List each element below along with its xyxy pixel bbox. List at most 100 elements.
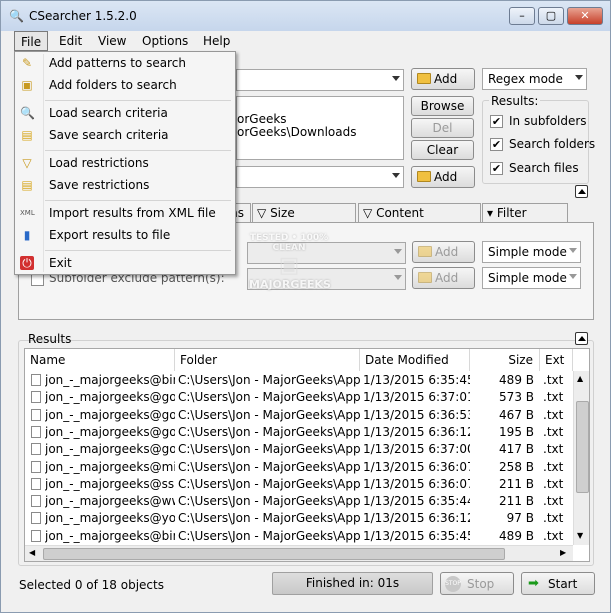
delete-button[interactable]: Del [411,118,474,138]
cell-date: 1/13/2015 6:36:53 ... [363,407,470,422]
scroll-left-icon[interactable]: ◀ [29,548,35,557]
tab-size-restrictions[interactable]: ▽ Size restrictions [252,203,356,238]
add-pattern-button[interactable]: Add [411,68,475,90]
table-row[interactable]: jon_-_majorgeeks@ww...C:\Users\Jon - Maj… [25,493,573,510]
scroll-up-icon[interactable]: ▲ [577,374,583,383]
folder-combo[interactable] [236,166,404,188]
table-row[interactable]: jon_-_majorgeeks@bing[...C:\Users\Jon - … [25,528,573,545]
column-header-folder[interactable]: Folder [175,349,360,371]
file-menu-dropdown: ✎ Add patterns to search ▣ Add folders t… [14,51,236,275]
status-bar: Selected 0 of 18 objects Finished in: 01… [1,567,610,612]
stop-icon: STOP [445,576,461,592]
xml-file-icon: XML [20,209,35,217]
add-restriction-button[interactable]: Add [412,241,475,263]
start-button[interactable]: ➡ Start [521,572,595,595]
pattern-combo[interactable] [236,69,404,91]
collapse-results-button[interactable] [575,332,588,345]
menu-item-import-xml[interactable]: XML Import results from XML file [15,202,235,224]
text-file-icon [31,477,41,490]
maximize-button[interactable]: ▢ [538,7,564,25]
minimize-button[interactable]: – [509,7,535,25]
cell-size: 467 B [499,407,534,422]
load-search-icon: 🔍 [20,106,35,120]
search-folders-checkbox[interactable]: ✔ [490,138,503,151]
menu-item-exit[interactable]: ⏻ Exit [15,252,235,274]
menu-separator [45,250,231,251]
cell-date: 1/13/2015 6:37:00 ... [363,442,470,457]
stop-button[interactable]: STOP Stop [440,572,514,595]
exclude-mode-select[interactable]: Simple mode [482,267,581,289]
collapse-criteria-button[interactable] [575,185,588,198]
menu-separator [45,150,231,151]
menu-file[interactable]: File [14,31,49,51]
tab-content-restrictions[interactable]: ▽ Content restrictions [358,203,481,238]
cell-date: 1/13/2015 6:35:45 ... [363,373,470,387]
cell-folder: C:\Users\Jon - MajorGeeks\AppDa... [178,390,360,405]
table-row[interactable]: jon_-_majorgeeks@goo...C:\Users\Jon - Ma… [25,389,573,406]
cell-date: 1/13/2015 6:36:12 ... [363,511,470,526]
add-folder-button[interactable]: Add [411,166,475,188]
chevron-down-icon [394,275,402,280]
menu-help[interactable]: Help [197,31,236,51]
cell-name: jon_-_majorgeeks@goo... [45,442,175,457]
search-mode-select[interactable]: Regex mode [482,68,587,90]
text-file-icon [31,425,41,438]
browse-button[interactable]: Browse [411,96,474,116]
table-row[interactable]: jon_-_majorgeeks@micr...C:\Users\Jon - M… [25,459,573,476]
table-row[interactable]: jon_-_majorgeeks@goo...C:\Users\Jon - Ma… [25,441,573,458]
cell-ext: .txt [543,373,564,387]
menu-item-load-restrictions[interactable]: ▽ Load restrictions [15,152,235,174]
horizontal-scrollbar[interactable]: ◀ ▶ [25,545,573,561]
table-row[interactable]: jon_-_majorgeeks@ssl.bi...C:\Users\Jon -… [25,476,573,493]
column-header-date[interactable]: Date Modified [360,349,470,371]
menu-item-load-criteria[interactable]: 🔍 Load search criteria [15,102,235,124]
folder-list-item[interactable]: orGeeks\Downloads [237,125,356,139]
menu-separator [45,200,231,201]
text-file-icon [31,374,41,386]
table-row[interactable]: jon_-_majorgeeks@goo...C:\Users\Jon - Ma… [25,407,573,424]
cell-name: jon_-_majorgeeks@ssl.bi... [45,476,175,491]
cell-folder: C:\Users\Jon - MajorGeeks\AppDa... [178,511,360,526]
menu-item-add-folders[interactable]: ▣ Add folders to search [15,74,235,96]
table-row[interactable]: jon_-_majorgeeks@goo...C:\Users\Jon - Ma… [25,424,573,441]
cell-folder: C:\Users\Jon - MajorGeeks\AppDa... [178,528,360,543]
cell-ext: .txt [543,528,564,543]
menu-view[interactable]: View [92,31,132,51]
table-row[interactable]: jon_-_majorgeeks@yout...C:\Users\Jon - M… [25,510,573,527]
menu-item-export[interactable]: ▮ Export results to file [15,224,235,246]
bar-chart-icon: ▮ [23,228,31,242]
horizontal-scroll-thumb[interactable] [43,548,505,560]
cell-name: jon_-_majorgeeks@bing[... [45,373,175,387]
cell-ext: .txt [543,424,564,439]
lock-icon: ▣ [278,253,300,278]
in-subfolders-checkbox[interactable]: ✔ [490,115,503,128]
tab-filter-results[interactable]: ▾ Filter results [482,203,568,238]
chevron-down-icon [569,274,577,279]
close-button[interactable]: ✕ [567,7,603,25]
restriction-mode-select[interactable]: Simple mode [482,241,581,263]
search-files-checkbox[interactable]: ✔ [490,162,503,175]
cell-name: jon_-_majorgeeks@yout... [45,511,175,526]
cell-folder: C:\Users\Jon - MajorGeeks\AppDa... [178,442,360,457]
folder-list[interactable]: orGeeks orGeeks\Downloads [236,96,404,160]
column-header-ext[interactable]: Ext [540,349,573,371]
cell-date: 1/13/2015 6:35:44 ... [363,494,470,509]
clear-button[interactable]: Clear [411,140,474,160]
add-exclude-button[interactable]: Add [412,267,475,289]
folder-list-item[interactable]: orGeeks [237,112,287,126]
results-table[interactable]: Name Folder Date Modified Size Ext jon_-… [24,348,590,562]
scroll-right-icon[interactable]: ▶ [560,548,566,557]
table-row[interactable]: jon_-_majorgeeks@bing[...C:\Users\Jon - … [25,372,573,389]
menu-item-add-patterns[interactable]: ✎ Add patterns to search [15,52,235,74]
menu-item-save-criteria[interactable]: ▤ Save search criteria [15,124,235,146]
vertical-scrollbar[interactable]: ▲ ▼ [573,371,589,545]
folder-add-icon: ▣ [21,78,33,92]
vertical-scroll-thumb[interactable] [576,401,589,493]
scroll-down-icon[interactable]: ▼ [577,531,583,540]
in-subfolders-label: In subfolders [509,114,587,128]
menu-options[interactable]: Options [136,31,194,51]
column-header-size[interactable]: Size [470,349,540,371]
menu-item-save-restrictions[interactable]: ▤ Save restrictions [15,174,235,196]
column-header-name[interactable]: Name [25,349,175,371]
menu-edit[interactable]: Edit [53,31,88,51]
